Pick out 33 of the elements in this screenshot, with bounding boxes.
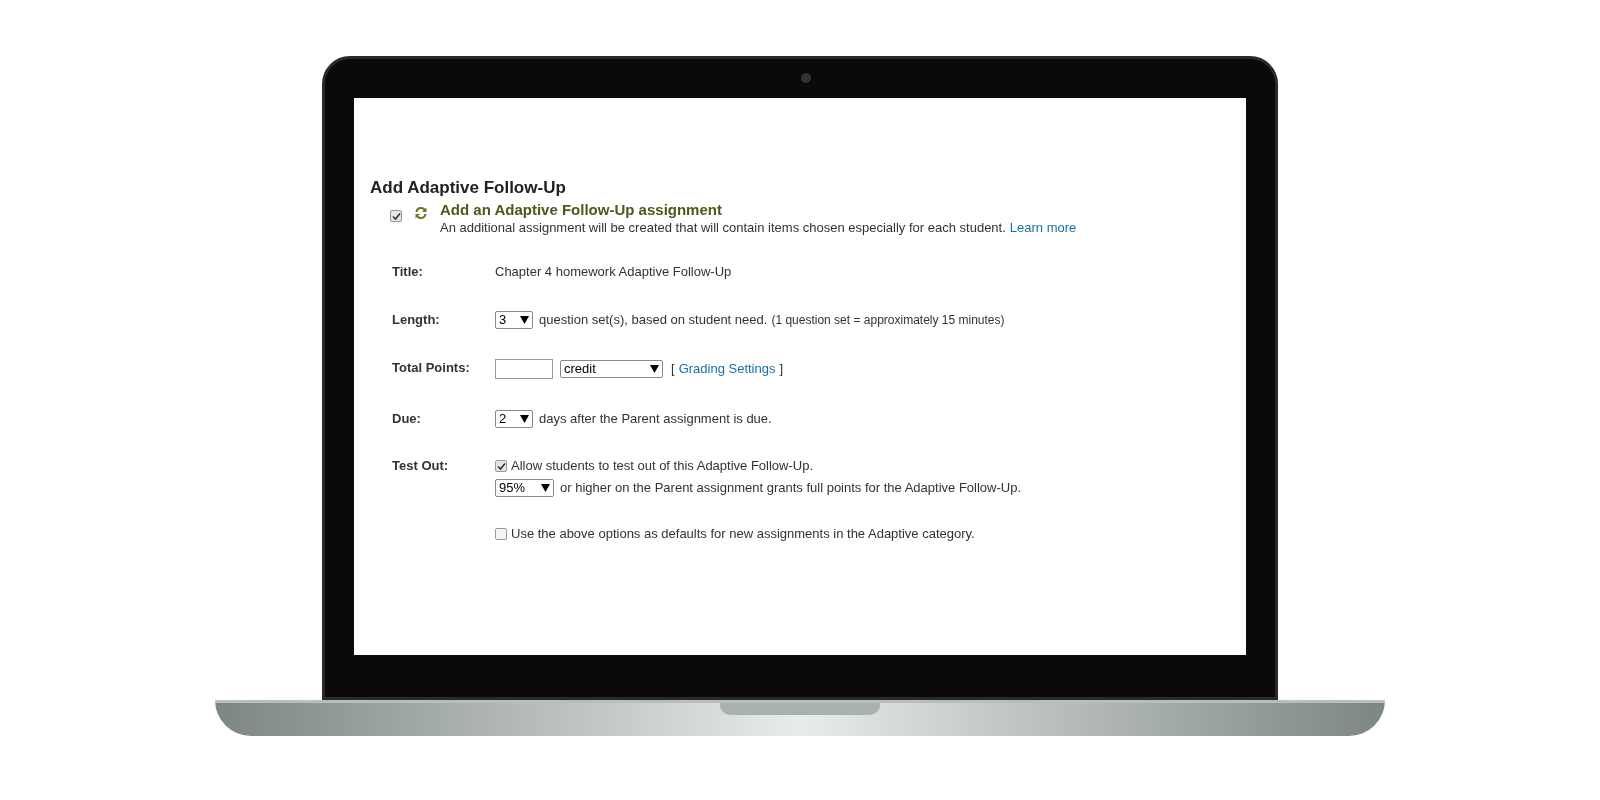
title-value: Chapter 4 homework Adaptive Follow-Up xyxy=(495,263,732,281)
dropdown[interactable]: 95% xyxy=(495,479,554,497)
refresh-icon xyxy=(414,206,428,220)
dropdown[interactable]: credit xyxy=(560,360,663,378)
field-label: Length: xyxy=(392,311,441,329)
caret-icon xyxy=(520,316,529,324)
option-title: Add an Adaptive Follow-Up assignment xyxy=(440,201,723,219)
section-heading: Add Adaptive Follow-Up xyxy=(370,178,567,198)
bracket-text: ] xyxy=(779,360,784,378)
caret-icon xyxy=(520,415,529,423)
checkbox[interactable] xyxy=(390,210,402,222)
camera-icon xyxy=(801,73,811,83)
checkbox[interactable] xyxy=(495,528,507,540)
caret-icon xyxy=(650,365,659,373)
points-input[interactable] xyxy=(495,359,553,379)
field-label: Due: xyxy=(392,410,422,428)
checkbox[interactable] xyxy=(495,460,507,472)
field-text: or higher on the Parent assignment grants full points for the Adaptive Follow-Up. xyxy=(560,479,1022,497)
field-label: Title: xyxy=(392,263,424,281)
dropdown[interactable]: 3 xyxy=(495,311,533,329)
field-note: (1 question set = approximately 15 minutes) xyxy=(771,312,1005,329)
grading-settings-link[interactable]: Grading Settings xyxy=(678,360,776,378)
bracket-text: [ xyxy=(671,360,675,378)
checkbox-label: Allow students to test out of this Adaptive Follow-Up. xyxy=(511,457,814,475)
dropdown[interactable]: 2 xyxy=(495,410,533,428)
learn-more-link[interactable]: Learn more xyxy=(1009,219,1077,237)
description-text: An additional assignment will be created that will contain items chosen especially for each student. xyxy=(440,219,1006,237)
checkbox-label: Use the above options as defaults for new assignments in the Adaptive category. xyxy=(511,525,975,543)
field-label: Total Points: xyxy=(392,359,471,377)
field-text: question set(s), based on student need. xyxy=(539,311,768,329)
caret-icon xyxy=(541,484,550,492)
field-label: Test Out: xyxy=(392,457,450,475)
field-text: days after the Parent assignment is due. xyxy=(539,410,772,428)
